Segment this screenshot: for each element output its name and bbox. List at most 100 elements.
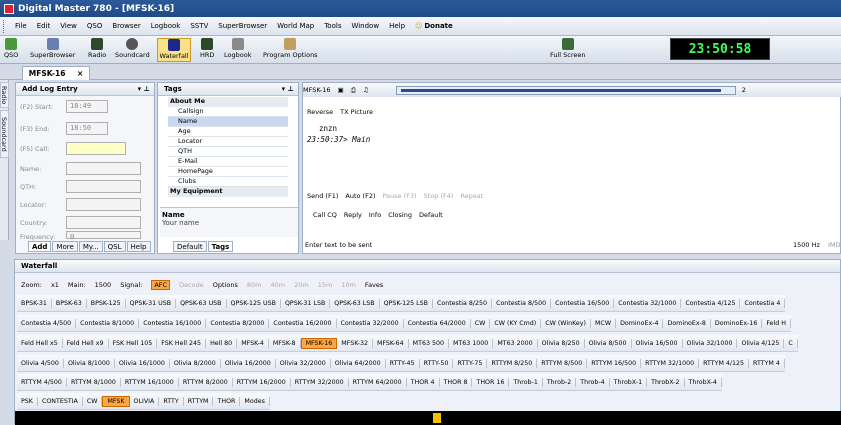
mode-button[interactable]: Olivia 32/1000 (683, 338, 738, 348)
waterfall-cursor[interactable] (433, 413, 441, 423)
menu-view[interactable]: View (55, 22, 82, 30)
bell-icon[interactable]: ♫ (363, 86, 369, 94)
mode-button[interactable]: Olivia 4/125 (737, 338, 785, 348)
main-frequency[interactable]: 1500 (95, 281, 112, 289)
band-15m[interactable]: 15m (318, 281, 333, 289)
mode-button[interactable]: FSK Hell 105 (109, 338, 158, 348)
menu-browser[interactable]: Browser (107, 22, 145, 30)
tx-picture-button[interactable]: TX Picture (340, 108, 373, 116)
mode-button[interactable]: Hell 80 (206, 338, 238, 348)
rx-text-area[interactable]: znzn 23:50:37> Main (307, 123, 370, 145)
menu-logbook[interactable]: Logbook (146, 22, 186, 30)
mode-button[interactable]: Feld Hell x9 (63, 338, 109, 348)
mode-button[interactable]: Contestia 64/2000 (404, 318, 471, 328)
mode-button[interactable]: Contestia 16/500 (551, 298, 615, 308)
auto-button[interactable]: Auto (F2) (345, 192, 375, 200)
mode-button[interactable]: Contestia 8/250 (433, 298, 493, 308)
menu-window[interactable]: Window (346, 22, 384, 30)
tab-qsl[interactable]: QSL (103, 241, 126, 252)
mode-button[interactable]: Olivia 8/1000 (64, 358, 115, 368)
mode-button[interactable]: Olivia 8/250 (538, 338, 585, 348)
waterfall-button[interactable]: Waterfall (157, 38, 191, 62)
tab-help[interactable]: Help (126, 241, 151, 252)
frequency-field[interactable]: 0 (66, 231, 141, 241)
mode-button[interactable]: Olivia 16/2000 (221, 358, 276, 368)
mode-button[interactable]: CW (KY Cmd) (490, 318, 542, 328)
end-time-field[interactable]: 18:50 (66, 122, 108, 135)
tag-item[interactable]: HomePage (168, 167, 288, 177)
mode-button[interactable]: QPSK-63 USB (176, 298, 227, 308)
mode-button[interactable]: CONTESTIA (38, 396, 83, 406)
mode-button[interactable]: Olivia 16/1000 (115, 358, 170, 368)
mode-button[interactable]: Contestia 32/1000 (614, 298, 682, 308)
mode-button[interactable]: RTTYM 4/500 (17, 377, 67, 387)
mode-button[interactable]: MFSK-8 (269, 338, 301, 348)
mode-button[interactable]: QPSK-31 LSB (281, 298, 331, 308)
macro-closing[interactable]: Closing (388, 211, 412, 219)
mode-button[interactable]: THOR (213, 396, 241, 406)
superbrowser-button[interactable]: SuperBrowser (30, 38, 75, 62)
mode-button[interactable]: RTTY-45 (386, 358, 420, 368)
mode-button[interactable]: Feld H (762, 318, 791, 328)
decode-button[interactable]: Decode (179, 281, 204, 289)
hrd-button[interactable]: HRD (200, 38, 214, 62)
pin-icon[interactable]: ▾ ⊥ (282, 85, 294, 93)
qth-field[interactable] (66, 180, 141, 193)
tab-my[interactable]: My... (78, 241, 103, 252)
mode-button[interactable]: MFSK-64 (373, 338, 409, 348)
mode-button[interactable]: BPSK-125 (87, 298, 126, 308)
print-icon[interactable]: ⎙ (351, 86, 356, 95)
reverse-button[interactable]: Reverse (307, 108, 333, 116)
mode-button[interactable]: RTTYM 8/500 (537, 358, 588, 368)
menu-superbrowser[interactable]: SuperBrowser (213, 22, 272, 30)
mode-button[interactable]: RTTY (159, 396, 184, 406)
tag-item-selected[interactable]: Name (168, 117, 288, 127)
mode-button[interactable]: Contestia 4 (740, 298, 786, 308)
pin-icon[interactable]: ▾ ⊥ (138, 85, 150, 93)
tab-more[interactable]: More (52, 241, 78, 252)
mode-button[interactable]: RTTYM 8/250 (487, 358, 538, 368)
mode-button[interactable]: CW (WinKey) (541, 318, 591, 328)
logbook-button[interactable]: Logbook (224, 38, 251, 62)
locator-field[interactable] (66, 198, 141, 211)
mode-button[interactable]: BPSK-63 (52, 298, 87, 308)
send-button[interactable]: Send (F1) (307, 192, 338, 200)
mode-button[interactable]: Modes (240, 396, 270, 406)
call-field[interactable] (66, 142, 126, 155)
tab-tags[interactable]: Tags (207, 241, 234, 252)
mode-button[interactable]: FSK Hell 245 (157, 338, 207, 348)
mode-button[interactable]: THOR 4 (407, 377, 440, 387)
mode-button[interactable]: Throb-2 (543, 377, 577, 387)
mode-button[interactable]: MCW (591, 318, 617, 328)
mode-button[interactable]: Contestia 16/1000 (139, 318, 207, 328)
menu-qso[interactable]: QSO (82, 22, 107, 30)
faves-button[interactable]: Faves (365, 281, 383, 289)
mode-button[interactable]: CW (83, 396, 103, 406)
soundcard-button[interactable]: Soundcard (115, 38, 150, 62)
start-time-field[interactable]: 18:49 (66, 100, 108, 113)
tx-input-hint[interactable]: Enter text to be sent (305, 241, 372, 249)
menu-help[interactable]: Help (384, 22, 410, 30)
mode-button[interactable]: MT63 500 (409, 338, 449, 348)
mode-button[interactable]: MFSK-4 (237, 338, 269, 348)
mode-button[interactable]: RTTYM (184, 396, 214, 406)
mode-button[interactable]: RTTYM 32/2000 (291, 377, 349, 387)
mode-button[interactable]: PSK (17, 396, 38, 406)
mode-button[interactable]: THOR 16 (472, 377, 510, 387)
mode-button[interactable]: ThrobX-1 (610, 377, 648, 387)
name-field[interactable] (66, 162, 141, 175)
mode-button[interactable]: RTTYM 8/2000 (179, 377, 233, 387)
mode-button[interactable]: DominoEx-4 (616, 318, 664, 328)
mode-button[interactable]: QPSK-63 LSB (330, 298, 380, 308)
mode-button[interactable]: MT63 2000 (493, 338, 538, 348)
macro-reply[interactable]: Reply (344, 211, 362, 219)
radio-button[interactable]: Radio (88, 38, 106, 62)
mode-button[interactable]: ThrobX-2 (647, 377, 685, 387)
tab-mfsk-16[interactable]: MFSK-16 × (22, 66, 90, 80)
mode-button[interactable]: Olivia 16/500 (632, 338, 683, 348)
mode-button[interactable]: MT63 1000 (449, 338, 494, 348)
mode-button[interactable]: RTTYM 16/1000 (121, 377, 179, 387)
macro-info[interactable]: Info (369, 211, 381, 219)
mode-button[interactable]: DominoEx-8 (663, 318, 711, 328)
mode-button[interactable]: Olivia 32/2000 (276, 358, 331, 368)
